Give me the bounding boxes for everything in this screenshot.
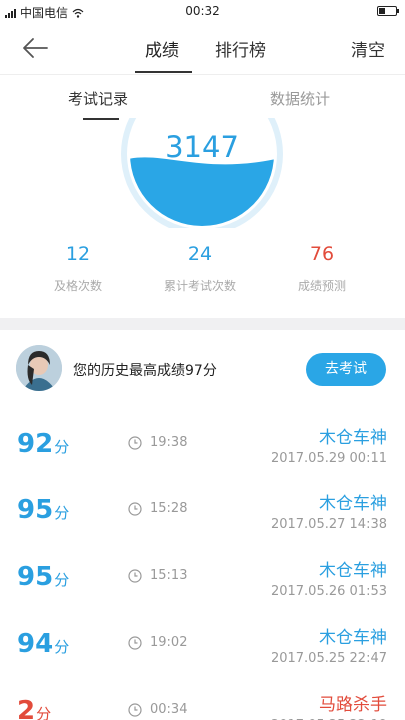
go-exam-button[interactable]: 去考试: [306, 353, 386, 386]
back-arrow-icon[interactable]: [20, 36, 50, 60]
record-nickname: 木仓车神: [319, 628, 387, 648]
stat-label: 成绩预测: [297, 279, 346, 293]
clock-icon: [128, 636, 142, 650]
record-score: 95分: [17, 562, 69, 592]
stat-score-prediction: 76 成绩预测: [262, 243, 382, 294]
record-score-value: 95: [17, 495, 54, 525]
record-nickname: 木仓车神: [319, 428, 387, 448]
stat-label: 累计考试次数: [163, 279, 236, 293]
exam-results-screen: 中国电信 00:32 成绩 排行榜 清空 考试记录 数据统计 3147 12 及…: [0, 0, 405, 720]
record-score: 94分: [17, 629, 69, 659]
record-score: 95分: [17, 495, 69, 525]
record-row[interactable]: 95分 15:13 木仓车神 2017.05.26 01:53: [0, 551, 405, 617]
tab-data-stats[interactable]: 数据统计: [270, 88, 330, 109]
avatar[interactable]: [16, 345, 62, 391]
record-nickname: 马路杀手: [319, 695, 387, 715]
record-score-value: 95: [17, 562, 54, 592]
record-duration: 19:02: [150, 635, 188, 650]
clock-icon: [128, 703, 142, 717]
score-gauge: 3147: [0, 118, 405, 228]
tab-score[interactable]: 成绩: [145, 36, 179, 61]
sub-tabs: 考试记录 数据统计: [0, 74, 405, 120]
avatar-image: [16, 345, 62, 391]
stat-label: 及格次数: [53, 279, 102, 293]
record-score-unit: 分: [54, 438, 70, 456]
record-date: 2017.05.27 14:38: [270, 517, 387, 532]
record-nickname: 木仓车神: [319, 494, 387, 514]
clear-button[interactable]: 清空: [351, 36, 385, 61]
record-score: 92分: [17, 429, 69, 459]
record-score-value: 94: [17, 629, 54, 659]
stat-value: 24: [187, 243, 213, 265]
section-divider: [0, 318, 405, 330]
tab-ranking[interactable]: 排行榜: [215, 36, 266, 61]
stat-value: 12: [65, 243, 91, 265]
tab-score-indicator: [135, 71, 192, 73]
status-bar: 中国电信 00:32: [0, 0, 405, 22]
clock-icon: [128, 502, 142, 516]
record-row[interactable]: 92分 19:38 木仓车神 2017.05.29 00:11: [0, 418, 405, 484]
record-score-unit: 分: [54, 504, 70, 522]
gauge-water-fill: [130, 157, 274, 226]
record-date: 2017.05.29 00:11: [270, 451, 387, 466]
record-row[interactable]: 94分 19:02 木仓车神 2017.05.25 22:47: [0, 618, 405, 684]
record-duration: 15:13: [150, 568, 188, 583]
record-score: 2分: [17, 696, 51, 720]
nav-bar: 成绩 排行榜 清空: [0, 22, 405, 74]
record-duration: 15:28: [150, 501, 188, 516]
record-score-value: 2: [17, 696, 36, 720]
record-duration: 00:34: [150, 702, 188, 717]
total-score: 3147: [165, 130, 239, 164]
stat-pass-count: 12 及格次数: [18, 243, 138, 294]
stat-value: 76: [309, 243, 335, 265]
tab-exam-records[interactable]: 考试记录: [68, 88, 128, 109]
record-date: 2017.05.26 01:53: [270, 584, 387, 599]
status-time: 00:32: [185, 4, 220, 18]
record-score-unit: 分: [54, 571, 70, 589]
record-duration: 19:38: [150, 435, 188, 450]
record-score-unit: 分: [36, 705, 52, 720]
battery-icon: [377, 6, 399, 16]
record-nickname: 木仓车神: [319, 561, 387, 581]
record-row[interactable]: 2分00:34马路杀手2017.05.25 22:19: [0, 685, 405, 720]
best-score-text: 您的历史最高成绩97分: [73, 363, 217, 379]
clock-icon: [128, 436, 142, 450]
record-score-value: 92: [17, 429, 54, 459]
record-score-unit: 分: [54, 638, 70, 656]
record-date: 2017.05.25 22:47: [270, 651, 387, 666]
stat-total-exams: 24 累计考试次数: [140, 243, 260, 294]
record-row[interactable]: 95分 15:28 木仓车神 2017.05.27 14:38: [0, 484, 405, 550]
clock-icon: [128, 569, 142, 583]
